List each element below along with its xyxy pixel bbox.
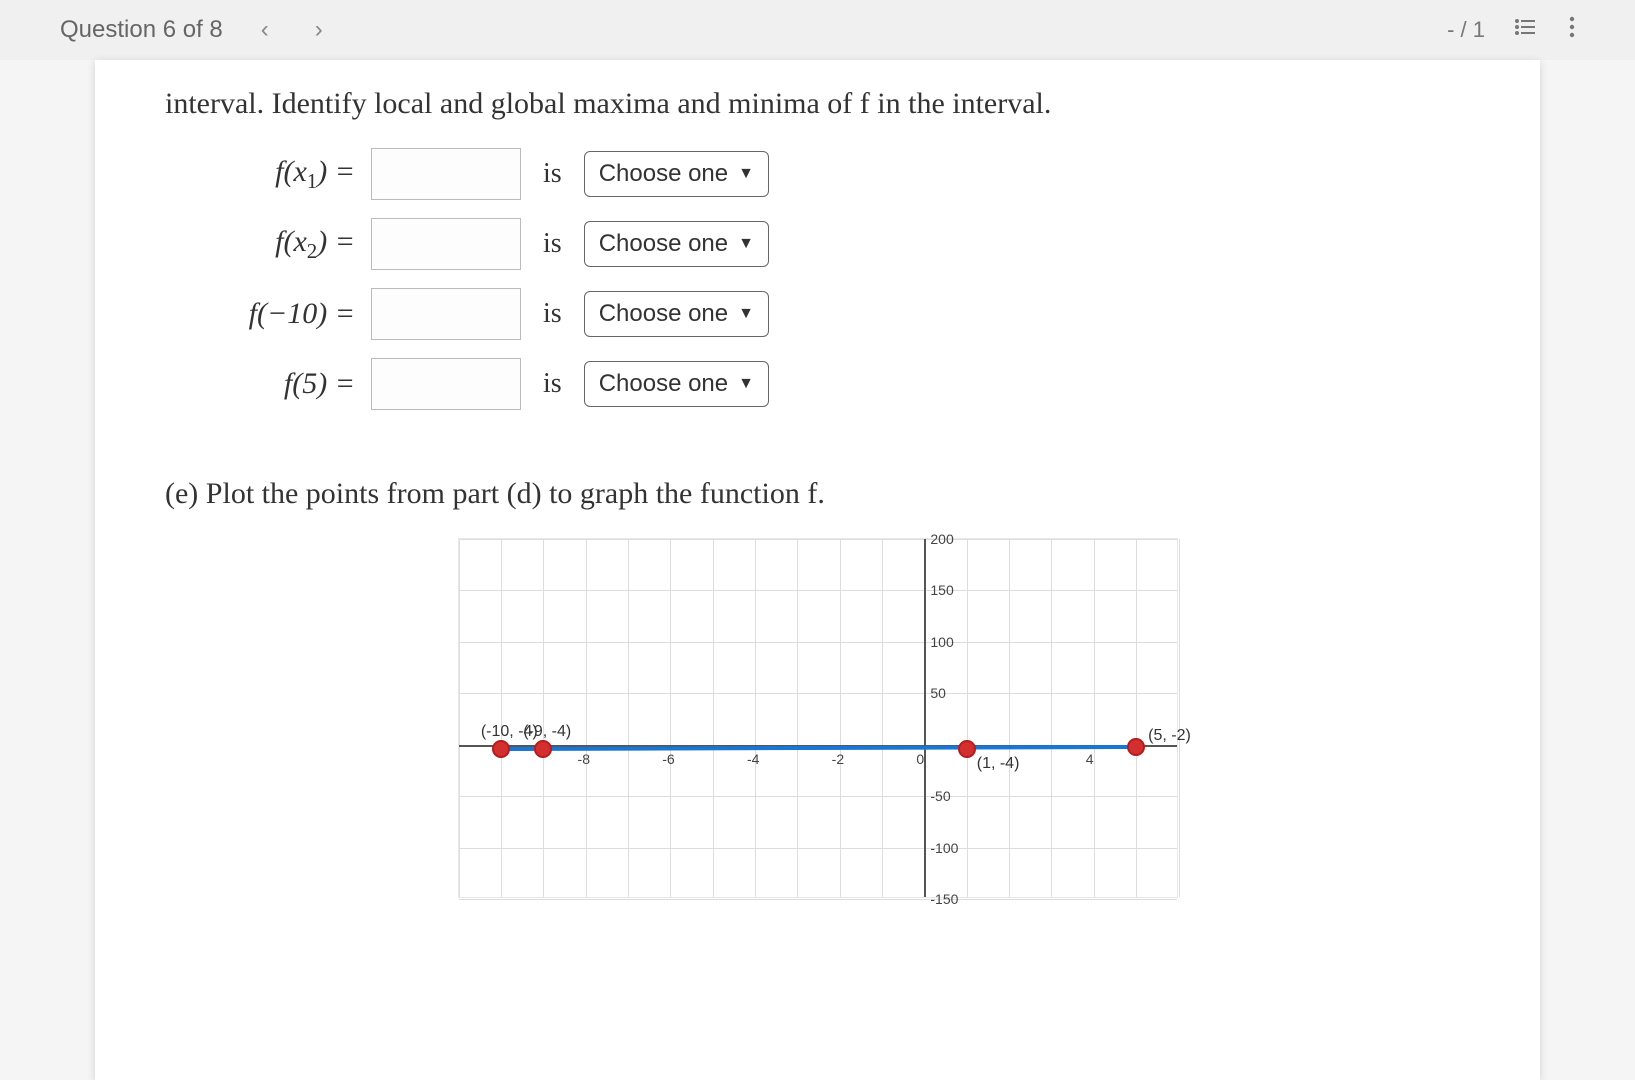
gridline xyxy=(1179,539,1180,897)
y-tick-label: -150 xyxy=(930,891,958,907)
gridline xyxy=(1051,539,1052,897)
chevron-down-icon: ▼ xyxy=(738,375,754,393)
dropdown-label: Choose one xyxy=(599,160,728,188)
y-tick-label: -100 xyxy=(930,840,958,856)
toolbar: Question 6 of 8 ‹ › - / 1 xyxy=(0,0,1635,60)
gridline xyxy=(459,693,1177,694)
plot-point[interactable] xyxy=(492,740,510,758)
classification-dropdown[interactable]: Choose one ▼ xyxy=(584,151,769,197)
gridline xyxy=(459,899,1177,900)
function-plot[interactable]: -8-6-4-204-150-100-5050100150200(-10, -4… xyxy=(458,538,1178,898)
question-counter: Question 6 of 8 xyxy=(60,16,223,44)
y-tick-label: 150 xyxy=(930,582,953,598)
question-prompt: interval. Identify local and global maxi… xyxy=(165,80,1470,128)
point-label: (-9, -4) xyxy=(523,723,571,741)
y-tick-label: 100 xyxy=(930,634,953,650)
row-label: f(−10) = xyxy=(195,297,355,331)
x-tick-label: -8 xyxy=(578,751,590,767)
is-label: is xyxy=(543,228,562,260)
row-label: f(x2) = xyxy=(195,225,355,264)
value-input[interactable] xyxy=(371,148,521,200)
gridline xyxy=(459,642,1177,643)
gridline xyxy=(501,539,502,897)
x-tick-label: -4 xyxy=(747,751,759,767)
classification-dropdown[interactable]: Choose one ▼ xyxy=(584,291,769,337)
gridline xyxy=(797,539,798,897)
answer-row: f(x2) = is Choose one ▼ xyxy=(195,218,1470,270)
dropdown-label: Choose one xyxy=(599,370,728,398)
score-display: - / 1 xyxy=(1447,17,1485,43)
classification-dropdown[interactable]: Choose one ▼ xyxy=(584,361,769,407)
x-tick-label: 0 xyxy=(916,751,924,767)
plot-point[interactable] xyxy=(534,740,552,758)
gridline xyxy=(882,539,883,897)
chevron-down-icon: ▼ xyxy=(738,305,754,323)
plot-point[interactable] xyxy=(958,740,976,758)
toolbar-left: Question 6 of 8 ‹ › xyxy=(60,16,331,44)
y-axis xyxy=(924,539,926,897)
value-input[interactable] xyxy=(371,358,521,410)
gridline xyxy=(755,539,756,897)
gridline xyxy=(459,796,1177,797)
gridline xyxy=(1136,539,1137,897)
gridline xyxy=(1094,539,1095,897)
gridline xyxy=(459,848,1177,849)
x-tick-label: -6 xyxy=(662,751,674,767)
is-label: is xyxy=(543,158,562,190)
y-tick-label: -50 xyxy=(930,788,950,804)
row-label: f(5) = xyxy=(195,367,355,401)
answer-row: f(−10) = is Choose one ▼ xyxy=(195,288,1470,340)
prev-button[interactable]: ‹ xyxy=(253,16,277,44)
gridline xyxy=(628,539,629,897)
gridline xyxy=(967,539,968,897)
row-label: f(x1) = xyxy=(195,155,355,194)
is-label: is xyxy=(543,368,562,400)
answer-row: f(x1) = is Choose one ▼ xyxy=(195,148,1470,200)
next-button[interactable]: › xyxy=(307,16,331,44)
value-input[interactable] xyxy=(371,288,521,340)
chevron-down-icon: ▼ xyxy=(738,235,754,253)
gridline xyxy=(840,539,841,897)
more-icon[interactable] xyxy=(1569,15,1575,46)
gridline xyxy=(459,590,1177,591)
chevron-down-icon: ▼ xyxy=(738,165,754,183)
x-tick-label: 4 xyxy=(1086,751,1094,767)
is-label: is xyxy=(543,298,562,330)
point-label: (1, -4) xyxy=(977,755,1020,773)
answer-row: f(5) = is Choose one ▼ xyxy=(195,358,1470,410)
gridline xyxy=(459,539,1177,540)
gridline xyxy=(543,539,544,897)
part-e-prompt: (e) Plot the points from part (d) to gra… xyxy=(165,470,1470,518)
toolbar-right: - / 1 xyxy=(1447,15,1575,46)
x-tick-label: -2 xyxy=(832,751,844,767)
point-label: (5, -2) xyxy=(1148,727,1191,745)
chart-container: -8-6-4-204-150-100-5050100150200(-10, -4… xyxy=(165,538,1470,898)
page-content: interval. Identify local and global maxi… xyxy=(95,60,1540,1080)
gridline xyxy=(459,539,460,897)
gridline xyxy=(713,539,714,897)
y-tick-label: 200 xyxy=(930,531,953,547)
answer-rows: f(x1) = is Choose one ▼ f(x2) = is Choos… xyxy=(195,148,1470,410)
classification-dropdown[interactable]: Choose one ▼ xyxy=(584,221,769,267)
dropdown-label: Choose one xyxy=(599,300,728,328)
gridline xyxy=(670,539,671,897)
y-tick-label: 50 xyxy=(930,685,946,701)
dropdown-label: Choose one xyxy=(599,230,728,258)
gridline xyxy=(1009,539,1010,897)
list-icon[interactable] xyxy=(1515,15,1539,46)
plot-point[interactable] xyxy=(1127,738,1145,756)
value-input[interactable] xyxy=(371,218,521,270)
gridline xyxy=(586,539,587,897)
